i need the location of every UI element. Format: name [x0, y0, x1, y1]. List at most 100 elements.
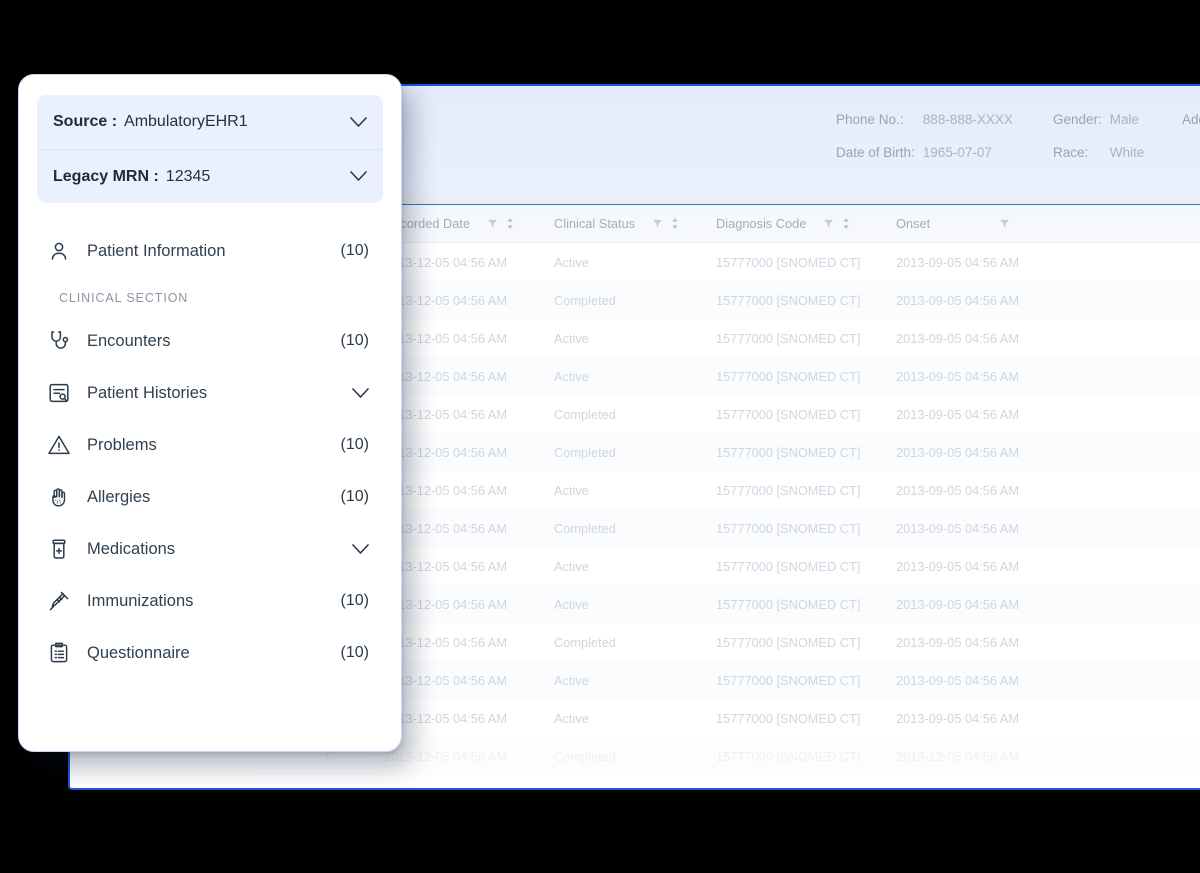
gender-label: Gender: — [1053, 112, 1102, 127]
navigation-flyout-panel: Source : AmbulatoryEHR1 Legacy MRN : 123… — [18, 74, 402, 752]
filter-icon[interactable] — [488, 219, 498, 228]
sidebar-item-count: (10) — [340, 436, 369, 453]
cell-onset: 2013-09-05 04:56 AM — [896, 634, 1020, 650]
phone-label: Phone No.: — [836, 112, 904, 127]
cell-clinical-status: Active — [554, 482, 589, 498]
cell-recorded-date: 2013-12-05 04:56 AM — [384, 254, 508, 270]
source-selector-group: Source : AmbulatoryEHR1 Legacy MRN : 123… — [37, 95, 383, 203]
cell-clinical-status: Active — [554, 254, 589, 270]
sidebar-item-label: Questionnaire — [87, 643, 190, 662]
cell-onset: 2013-09-05 04:56 AM — [896, 672, 1020, 688]
chevron-down-icon[interactable] — [352, 387, 369, 399]
sidebar-item-count: (10) — [340, 242, 369, 259]
sort-icon[interactable] — [671, 218, 679, 229]
legacy-mrn-label: Legacy MRN : — [53, 167, 159, 185]
legacy-mrn-value: 12345 — [165, 167, 211, 185]
source-selector[interactable]: Source : AmbulatoryEHR1 — [37, 95, 383, 149]
sidebar-item-list: Encounters (10) Patient Histories Problems (… — [37, 315, 383, 679]
cell-clinical-status: Completed — [554, 444, 616, 460]
cell-onset: 2013-09-05 04:56 AM — [896, 330, 1020, 346]
cell-recorded-date: 2013-12-05 04:56 AM — [384, 520, 508, 536]
cell-diagnosis-code: 15777000 [SNOMED CT] — [716, 292, 861, 308]
sidebar-item-encounters[interactable]: Encounters (10) — [37, 315, 383, 367]
cell-diagnosis-code: 15777000 [SNOMED CT] — [716, 596, 861, 612]
filter-icon[interactable] — [1000, 219, 1010, 228]
cell-clinical-status: Completed — [554, 520, 616, 536]
sidebar-item-patient-histories[interactable]: Patient Histories — [37, 367, 383, 419]
column-header-diagnosis-code[interactable]: Diagnosis Code — [716, 216, 896, 231]
chevron-down-icon[interactable] — [350, 171, 367, 182]
cell-clinical-status: Active — [554, 710, 589, 726]
filter-icon[interactable] — [653, 219, 663, 228]
sidebar-item-count: (10) — [340, 332, 369, 349]
sidebar-item-label: Encounters — [87, 331, 171, 350]
cell-clinical-status: Active — [554, 330, 589, 346]
address-label: Address: — [1182, 112, 1200, 127]
cell-diagnosis-code: 15777000 [SNOMED CT] — [716, 634, 861, 650]
chevron-down-icon[interactable] — [350, 116, 367, 128]
sidebar-item-label: Patient Information — [87, 241, 226, 260]
sidebar-item-label: Allergies — [87, 487, 151, 506]
cell-onset: 2013-09-05 04:56 AM — [896, 368, 1020, 384]
sidebar-item-patient-information[interactable]: Patient Information (10) — [37, 225, 383, 277]
legacy-mrn-selector[interactable]: Legacy MRN : 12345 — [37, 149, 383, 203]
sidebar-item-immunizations[interactable]: Immunizations (10) — [37, 575, 383, 627]
sort-icon[interactable] — [842, 218, 850, 229]
cell-onset: 2013-12-05 04:56 AM — [896, 748, 1020, 764]
cell-recorded-date: 2013-12-05 04:56 AM — [384, 672, 508, 688]
sidebar-item-count: (10) — [340, 644, 369, 661]
sidebar-item-problems[interactable]: Problems (10) — [37, 419, 383, 471]
cell-onset: 2013-09-05 04:56 AM — [896, 482, 1020, 498]
cell-onset: 2013-09-05 04:56 AM — [896, 596, 1020, 612]
cell-name — [70, 787, 332, 788]
cell-clinical-status: Active — [554, 368, 589, 384]
table-row-partial — [70, 775, 1200, 788]
cell-clinical-status: Completed — [554, 748, 616, 764]
document-search-icon — [47, 381, 71, 405]
patient-demographics-col1: Phone No.: 888-888-XXXX Date of Birth: 1… — [836, 112, 1013, 160]
cell-recorded-date: 2013-12-05 04:56 AM — [384, 330, 508, 346]
gender-value: Male — [1109, 112, 1140, 127]
sidebar-item-label: Medications — [87, 539, 176, 558]
sidebar-item-count: (10) — [340, 488, 369, 505]
sidebar-item-count: (10) — [340, 592, 369, 609]
sort-icon[interactable] — [506, 218, 514, 229]
filter-icon[interactable] — [824, 219, 834, 228]
column-header-label: Diagnosis Code — [716, 216, 807, 231]
cell-clinical-status: Completed — [554, 292, 616, 308]
sidebar-section-label: CLINICAL SECTION — [59, 291, 189, 305]
cell-diagnosis-code: 15777000 [SNOMED CT] — [716, 254, 861, 270]
cell-diagnosis-code: 15777000 [SNOMED CT] — [716, 444, 861, 460]
cell-diagnosis-code: 15777000 [SNOMED CT] — [716, 330, 861, 346]
cell-diagnosis-code: 15777000 [SNOMED CT] — [716, 520, 861, 536]
cell-recorded-date: 2013-12-05 04:56 AM — [384, 558, 508, 574]
chevron-down-icon[interactable] — [352, 543, 369, 555]
cell-clinical-status: Active — [554, 672, 589, 688]
race-label: Race: — [1053, 145, 1089, 160]
cell-diagnosis-code: 15777000 [SNOMED CT] — [716, 672, 861, 688]
cell-clinical-status: Completed — [554, 634, 616, 650]
dob-label: Date of Birth: — [836, 145, 915, 160]
syringe-icon — [47, 589, 71, 613]
sidebar-item-label: Patient Histories — [87, 383, 208, 402]
sidebar-item-questionnaire[interactable]: Questionnaire (10) — [37, 627, 383, 679]
person-icon — [47, 239, 71, 263]
clipboard-list-icon — [47, 641, 71, 665]
cell-recorded-date: 2013-12-05 04:56 AM — [384, 292, 508, 308]
cell-recorded-date: 2013-12-05 04:56 AM — [384, 482, 508, 498]
column-header-label: Clinical Status — [554, 216, 636, 231]
cell-onset: 2013-09-05 04:56 AM — [896, 558, 1020, 574]
cell-clinical-status: Active — [554, 596, 589, 612]
cell-recorded-date: 2013-12-05 04:56 AM — [384, 368, 508, 384]
column-header-clinical-status[interactable]: Clinical Status — [554, 216, 716, 231]
sidebar-item-allergies[interactable]: Allergies (10) — [37, 471, 383, 523]
column-header-onset[interactable]: Onset — [896, 216, 1086, 231]
column-header-recorded-date[interactable]: Recorded Date — [384, 216, 554, 231]
cell-recorded-date: 2013-12-05 04:56 AM — [384, 406, 508, 422]
sidebar-item-label: Problems — [87, 435, 157, 454]
cell-clinical-status: Completed — [554, 406, 616, 422]
cell-diagnosis-code: 15777000 [SNOMED CT] — [716, 558, 861, 574]
cell-onset: 2013-09-05 04:56 AM — [896, 254, 1020, 270]
sidebar-item-medications[interactable]: Medications — [37, 523, 383, 575]
cell-onset: 2013-09-05 04:56 AM — [896, 520, 1020, 536]
